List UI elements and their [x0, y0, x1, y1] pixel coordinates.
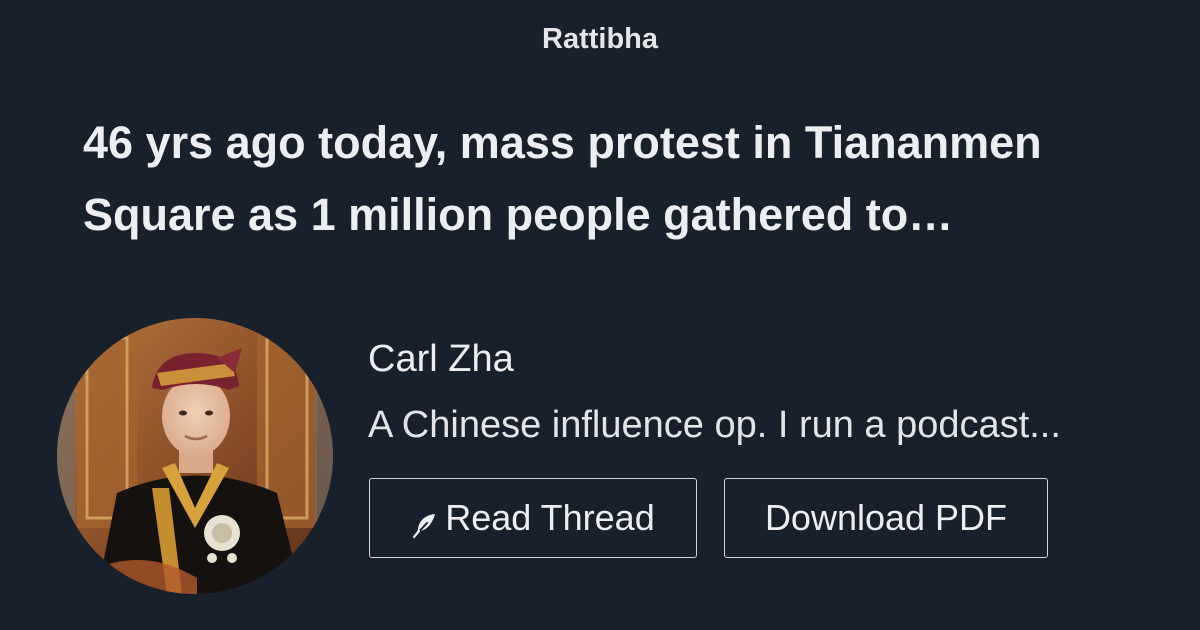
author-bio: A Chinese influence op. I run a podcast.… — [368, 404, 1061, 446]
thread-title: 46 yrs ago today, mass protest in Tianan… — [83, 117, 1042, 240]
read-thread-label: Read Thread — [445, 497, 655, 538]
download-pdf-button[interactable]: Download PDF — [724, 478, 1048, 558]
read-thread-button[interactable]: Read Thread — [369, 478, 697, 558]
avatar — [57, 318, 333, 594]
share-card: Rattibha 46 yrs ago today, mass protest … — [0, 0, 1200, 630]
download-pdf-label: Download PDF — [764, 497, 1008, 538]
feather-icon — [411, 506, 439, 539]
avatar-image — [57, 318, 333, 594]
site-brand[interactable]: Rattibha — [0, 20, 1200, 58]
author-name[interactable]: Carl Zha — [368, 336, 514, 382]
